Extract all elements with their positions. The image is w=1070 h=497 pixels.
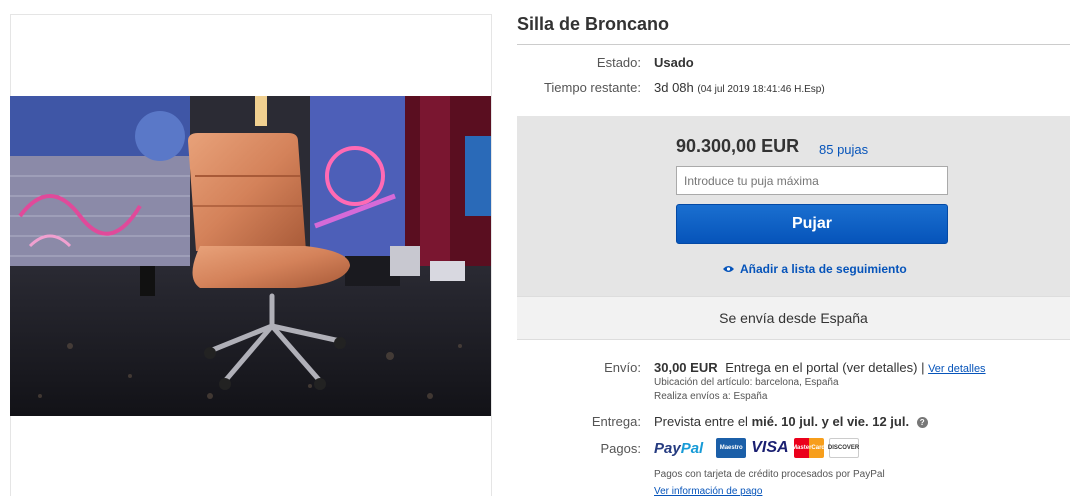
item-title: Silla de Broncano <box>517 14 670 34</box>
visa-logo: VISA <box>751 439 789 456</box>
ships-to: Realiza envíos a: España <box>654 391 768 402</box>
payment-methods: Pay Pal Maestro VISA MasterCard DISCOVER <box>654 438 859 458</box>
current-price: 90.300,00 EUR <box>676 136 800 156</box>
title-divider <box>517 44 1070 45</box>
item-location: Ubicación del artículo: barcelona, Españ… <box>654 377 839 388</box>
watchlist-label: Añadir a lista de seguimiento <box>740 262 907 276</box>
discover-logo: DISCOVER <box>828 438 859 458</box>
shipping-method: Entrega en el portal (ver detalles) <box>725 360 918 375</box>
delivery-dates: mié. 10 jul. y el vie. 12 jul. <box>751 414 910 429</box>
payment-info-link[interactable]: Ver información de pago <box>654 486 762 497</box>
condition-label: Estado: <box>596 55 641 70</box>
chair-image <box>10 96 491 416</box>
shipping-info: 30,00 EUR Entrega en el portal (ver deta… <box>654 360 986 375</box>
time-left-duration: 3d 08h <box>654 80 694 95</box>
help-icon[interactable]: ? <box>916 417 928 429</box>
maestro-logo: Maestro <box>716 438 747 458</box>
delivery-label: Entrega: <box>591 414 641 429</box>
mastercard-logo: MasterCard <box>792 438 825 458</box>
delivery-info: Prevista entre el mié. 10 jul. y el vie.… <box>654 414 928 429</box>
time-left-label: Tiempo restante: <box>543 80 641 95</box>
condition-value: Usado <box>654 55 694 70</box>
payment-note: Pagos con tarjeta de crédito procesados … <box>654 469 885 480</box>
shipping-separator: | <box>921 360 925 375</box>
eye-icon <box>723 266 734 272</box>
delivery-prefix: Prevista entre el <box>654 414 748 429</box>
time-left-value: 3d 08h (04 jul 2019 18:41:46 H.Esp) <box>654 80 825 95</box>
shipping-label: Envío: <box>604 360 641 375</box>
end-date: (04 jul 2019 18:41:46 H.Esp) <box>697 84 825 95</box>
max-bid-input[interactable] <box>676 166 948 195</box>
paypal-logo: Pay Pal <box>654 439 704 457</box>
ships-from-banner: Se envía desde España <box>517 296 1070 340</box>
watchlist-link[interactable]: Añadir a lista de seguimiento <box>723 262 907 276</box>
shipping-cost: 30,00 EUR <box>654 360 718 375</box>
bids-count-link[interactable]: 85 pujas <box>819 142 868 157</box>
payments-label: Pagos: <box>600 441 641 456</box>
shipping-details-link[interactable]: Ver detalles <box>928 363 985 375</box>
item-photo[interactable] <box>10 96 491 416</box>
bid-button[interactable]: Pujar <box>676 204 948 244</box>
